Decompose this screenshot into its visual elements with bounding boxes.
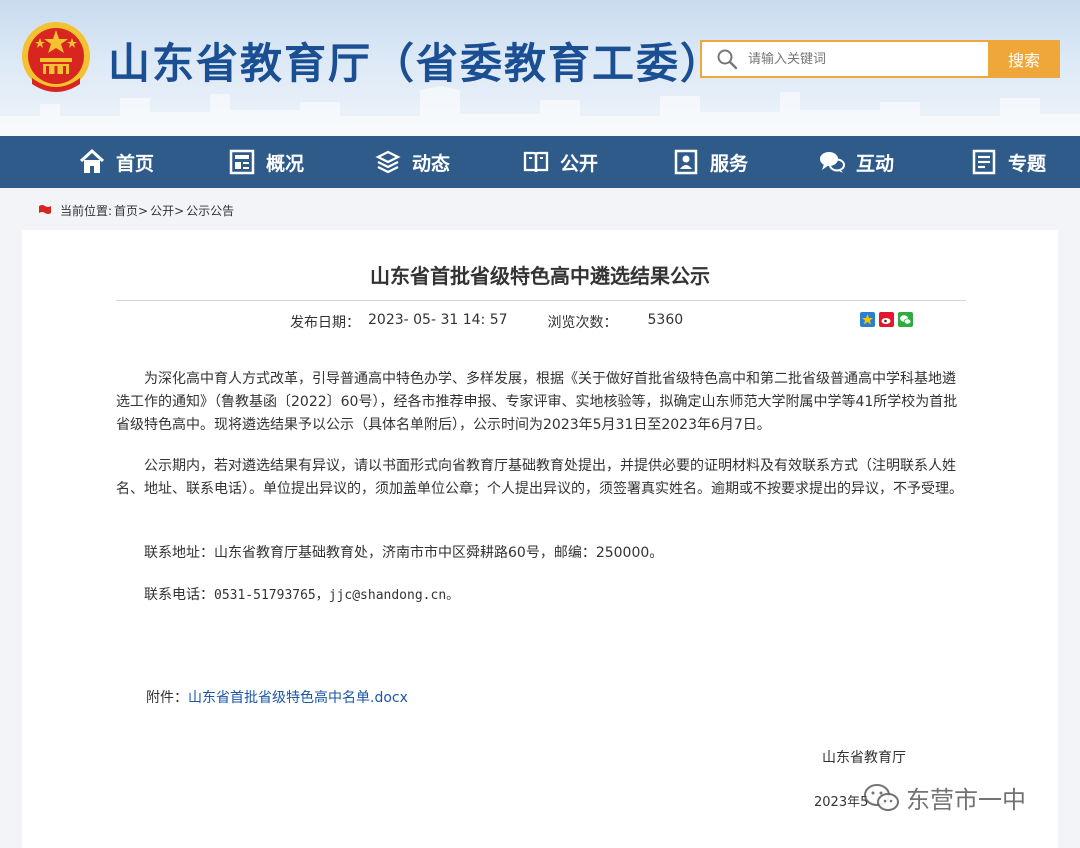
breadcrumb: 当前位置: 首页> 公开> 公示公告 bbox=[38, 200, 236, 220]
search-input[interactable] bbox=[748, 51, 968, 67]
nav-label: 动态 bbox=[412, 152, 451, 175]
contact-phone-value: 0531-51793765，jjc@shandong.cn。 bbox=[214, 588, 460, 603]
attachment-label: 附件： bbox=[146, 690, 188, 706]
open-book-icon bbox=[523, 151, 549, 173]
nav-item-service[interactable]: 服务 bbox=[672, 136, 748, 188]
publish-date: 2023- 05- 31 14: 57 bbox=[368, 312, 508, 328]
search-button[interactable]: 搜索 bbox=[988, 40, 1060, 78]
wechat-icon[interactable] bbox=[898, 312, 913, 327]
national-emblem-icon bbox=[22, 22, 90, 92]
watermark: 东营市一中 bbox=[862, 780, 1026, 815]
nav-label: 公开 bbox=[560, 152, 599, 175]
topic-icon bbox=[972, 149, 996, 175]
nav-label: 互动 bbox=[856, 152, 895, 175]
views-label: 浏览次数： bbox=[547, 315, 618, 331]
service-icon bbox=[674, 149, 698, 175]
search-bar: 搜索 bbox=[700, 40, 1060, 78]
nav-item-news[interactable]: 动态 bbox=[374, 136, 450, 188]
breadcrumb-current[interactable]: 公示公告 bbox=[186, 202, 234, 219]
contact-address: 联系地址：山东省教育厅基础教育处，济南市市中区舜耕路60号，邮编：250000。 bbox=[116, 542, 966, 565]
signature-org: 山东省教育厅 bbox=[822, 750, 906, 766]
breadcrumb-open[interactable]: 公开> bbox=[150, 202, 184, 219]
title-divider bbox=[116, 300, 966, 301]
location-flag-icon bbox=[39, 205, 51, 214]
overview-icon bbox=[229, 149, 255, 175]
signature-date: 2023年5 bbox=[814, 795, 869, 810]
breadcrumb-prefix: 当前位置: bbox=[60, 203, 113, 218]
site-header: 山东省教育厅（省委教育工委） 搜索 bbox=[0, 0, 1080, 136]
contact-phone: 联系电话：0531-51793765，jjc@shandong.cn。 bbox=[116, 584, 966, 607]
weibo-icon[interactable] bbox=[879, 312, 894, 327]
article-meta: 发布日期： 2023- 05- 31 14: 57 浏览次数： 5360 bbox=[290, 312, 683, 332]
article-paragraph-2: 公示期内，若对遴选结果有异议，请以书面形式向省教育厅基础教育处提出，并提供必要的… bbox=[116, 455, 966, 501]
breadcrumb-home[interactable]: 首页> bbox=[114, 202, 148, 219]
paragraph-text: 为深化高中育人方式改革，引导普通高中特色办学、多样发展，根据《关于做好首批省级特… bbox=[116, 371, 958, 433]
paragraph-text: 公示期内，若对遴选结果有异议，请以书面形式向省教育厅基础教育处提出，并提供必要的… bbox=[116, 458, 963, 497]
nav-item-interact[interactable]: 互动 bbox=[818, 136, 894, 188]
nav-label: 服务 bbox=[710, 152, 749, 175]
nav-item-topic[interactable]: 专题 bbox=[970, 136, 1046, 188]
article-panel: 山东省首批省级特色高中遴选结果公示 发布日期： 2023- 05- 31 14:… bbox=[22, 230, 1058, 848]
publish-date-label: 发布日期： bbox=[290, 315, 360, 331]
nav-item-open[interactable]: 公开 bbox=[522, 136, 598, 188]
qzone-icon[interactable] bbox=[860, 312, 875, 327]
nav-item-home[interactable]: 首页 bbox=[78, 136, 154, 188]
chat-icon bbox=[820, 152, 845, 173]
article-title: 山东省首批省级特色高中遴选结果公示 bbox=[370, 264, 710, 288]
views-count: 5360 bbox=[647, 312, 684, 328]
nav-label: 专题 bbox=[1008, 152, 1047, 175]
wechat-watermark-icon bbox=[864, 783, 899, 811]
attachment: 附件：山东省首批省级特色高中名单.docx bbox=[146, 687, 408, 707]
watermark-text: 东营市一中 bbox=[906, 786, 1026, 814]
main-nav: 首页 概况 动态 公开 服务 互动 专题 bbox=[0, 136, 1080, 188]
search-icon bbox=[717, 49, 738, 70]
nav-label: 概况 bbox=[266, 152, 305, 175]
contact-phone-label: 联系电话： bbox=[144, 587, 214, 603]
site-title: 山东省教育厅（省委教育工委） bbox=[108, 39, 725, 88]
share-buttons bbox=[860, 312, 913, 327]
contact-address-text: 联系地址：山东省教育厅基础教育处，济南市市中区舜耕路60号，邮编：250000。 bbox=[144, 545, 664, 561]
news-icon bbox=[375, 150, 401, 174]
search-box[interactable] bbox=[700, 40, 988, 78]
home-icon bbox=[79, 148, 105, 173]
article-paragraph-1: 为深化高中育人方式改革，引导普通高中特色办学、多样发展，根据《关于做好首批省级特… bbox=[116, 368, 966, 437]
nav-item-overview[interactable]: 概况 bbox=[228, 136, 304, 188]
nav-label: 首页 bbox=[116, 152, 155, 175]
attachment-link[interactable]: 山东省首批省级特色高中名单.docx bbox=[188, 690, 408, 706]
